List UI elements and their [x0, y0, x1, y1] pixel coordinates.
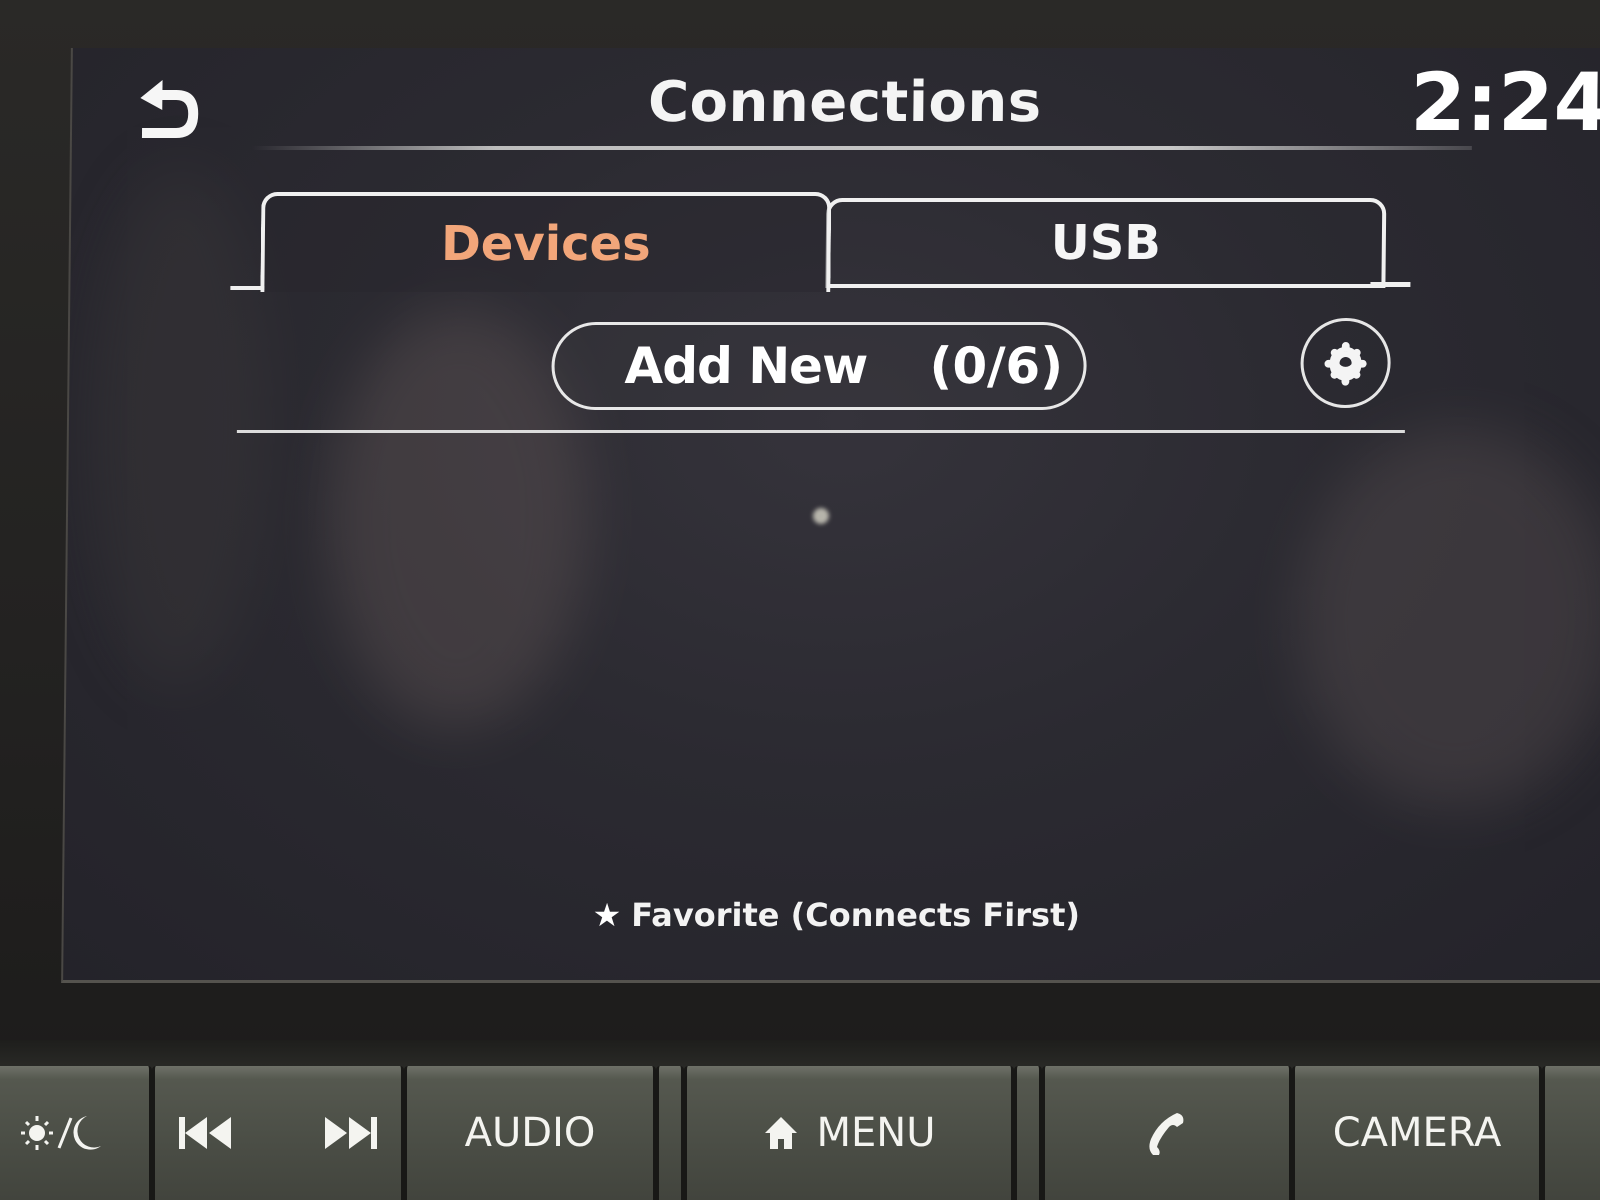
- tab-devices[interactable]: Devices: [260, 192, 832, 292]
- sun-moon-icon: [21, 1116, 101, 1150]
- add-new-label: Add New: [624, 337, 868, 395]
- button-divider: [656, 1066, 684, 1200]
- audio-button-label: AUDIO: [464, 1110, 596, 1156]
- gear-icon: [1324, 341, 1367, 386]
- menu-button[interactable]: MENU: [684, 1066, 1014, 1200]
- favorite-legend: ★ Favorite (Connects First): [64, 896, 1600, 934]
- title-divider: [251, 146, 1472, 150]
- star-icon: ★: [592, 896, 622, 934]
- hardware-button-edge: [1542, 1066, 1600, 1200]
- device-count: (0/6): [929, 337, 1064, 395]
- list-divider: [236, 430, 1405, 433]
- add-new-device-button[interactable]: Add New (0/6): [551, 322, 1088, 410]
- tab-devices-label: Devices: [440, 216, 651, 272]
- clock: 2:24: [1409, 56, 1600, 149]
- device-list: [232, 436, 1405, 886]
- button-divider: [1014, 1066, 1042, 1200]
- tab-baseline: [1370, 282, 1411, 287]
- phone-icon: [1149, 1113, 1184, 1155]
- home-icon: [764, 1117, 797, 1149]
- seek-buttons[interactable]: [152, 1066, 404, 1200]
- next-track-icon[interactable]: [323, 1115, 377, 1151]
- phone-button[interactable]: [1042, 1066, 1292, 1200]
- camera-button[interactable]: CAMERA: [1292, 1066, 1542, 1200]
- page-title: Connections: [647, 70, 1042, 135]
- tab-baseline: [230, 286, 265, 290]
- day-night-button[interactable]: [0, 1066, 152, 1200]
- touchscreen: Connections 2:24 Devices USB Add New (0/…: [61, 48, 1600, 983]
- connection-settings-button[interactable]: [1300, 318, 1392, 408]
- previous-track-icon[interactable]: [179, 1115, 233, 1151]
- camera-button-label: CAMERA: [1332, 1110, 1502, 1156]
- menu-button-label: MENU: [816, 1110, 936, 1156]
- tab-usb-label: USB: [1050, 215, 1162, 271]
- tab-usb[interactable]: USB: [825, 198, 1387, 288]
- audio-button[interactable]: AUDIO: [404, 1066, 656, 1200]
- loading-indicator: [812, 508, 830, 524]
- favorite-legend-text: Favorite (Connects First): [631, 896, 1081, 934]
